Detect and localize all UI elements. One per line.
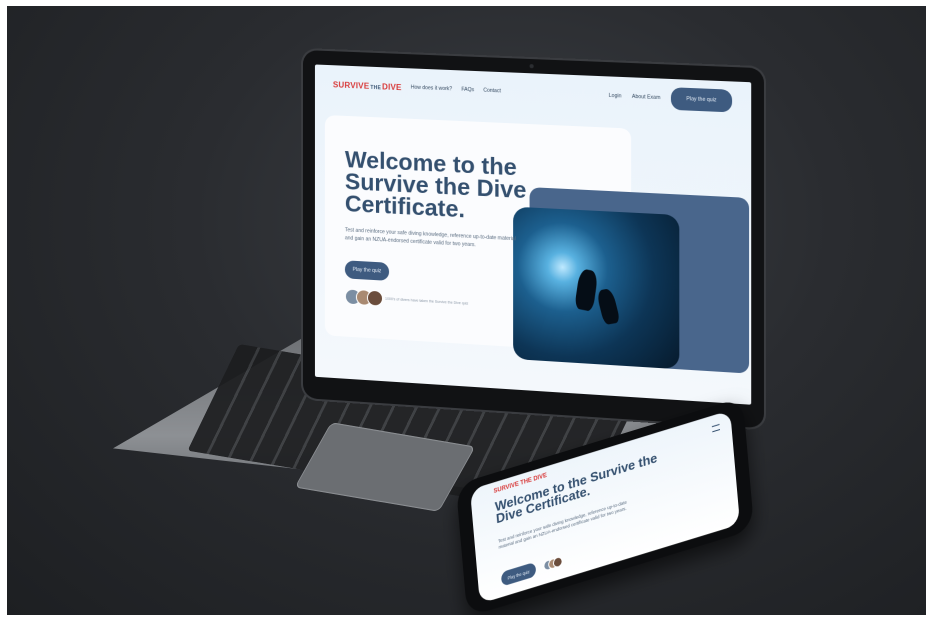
- phone-avatar-group: [543, 555, 564, 572]
- nav-links: How does it work? FAQs Contact: [411, 85, 501, 95]
- avatar: [552, 555, 564, 569]
- login-link[interactable]: Login: [609, 93, 622, 100]
- avatar-group: [344, 288, 384, 307]
- avatar: [366, 289, 384, 307]
- laptop-screen: SURVIVETHEDIVE How does it work? FAQs Co…: [314, 64, 752, 405]
- nav-link-contact[interactable]: Contact: [483, 88, 501, 95]
- nav-right: Login About Exam Play the quiz: [609, 85, 733, 113]
- laptop-lid: SURVIVETHEDIVE How does it work? FAQs Co…: [303, 50, 764, 429]
- camera-icon: [529, 64, 534, 69]
- play-quiz-nav-button[interactable]: Play the quiz: [670, 87, 733, 113]
- diver-photo: [513, 206, 680, 370]
- nav-link-how[interactable]: How does it work?: [411, 85, 452, 93]
- about-exam-link[interactable]: About Exam: [632, 94, 661, 101]
- phone-play-quiz-button[interactable]: Play the quiz: [500, 561, 537, 587]
- diver-silhouette: [574, 268, 599, 312]
- play-quiz-hero-button[interactable]: Play the quiz: [344, 260, 390, 281]
- mockup-scene: SURVIVETHEDIVE How does it work? FAQs Co…: [7, 6, 926, 615]
- nav-link-faqs[interactable]: FAQs: [461, 87, 474, 94]
- site-logo[interactable]: SURVIVETHEDIVE: [333, 80, 402, 92]
- site-navbar: SURVIVETHEDIVE How does it work? FAQs Co…: [315, 64, 751, 121]
- hamburger-icon[interactable]: [711, 423, 721, 433]
- diver-silhouette: [595, 287, 621, 326]
- hero-title: Welcome to the Survive the Dive Certific…: [344, 145, 527, 223]
